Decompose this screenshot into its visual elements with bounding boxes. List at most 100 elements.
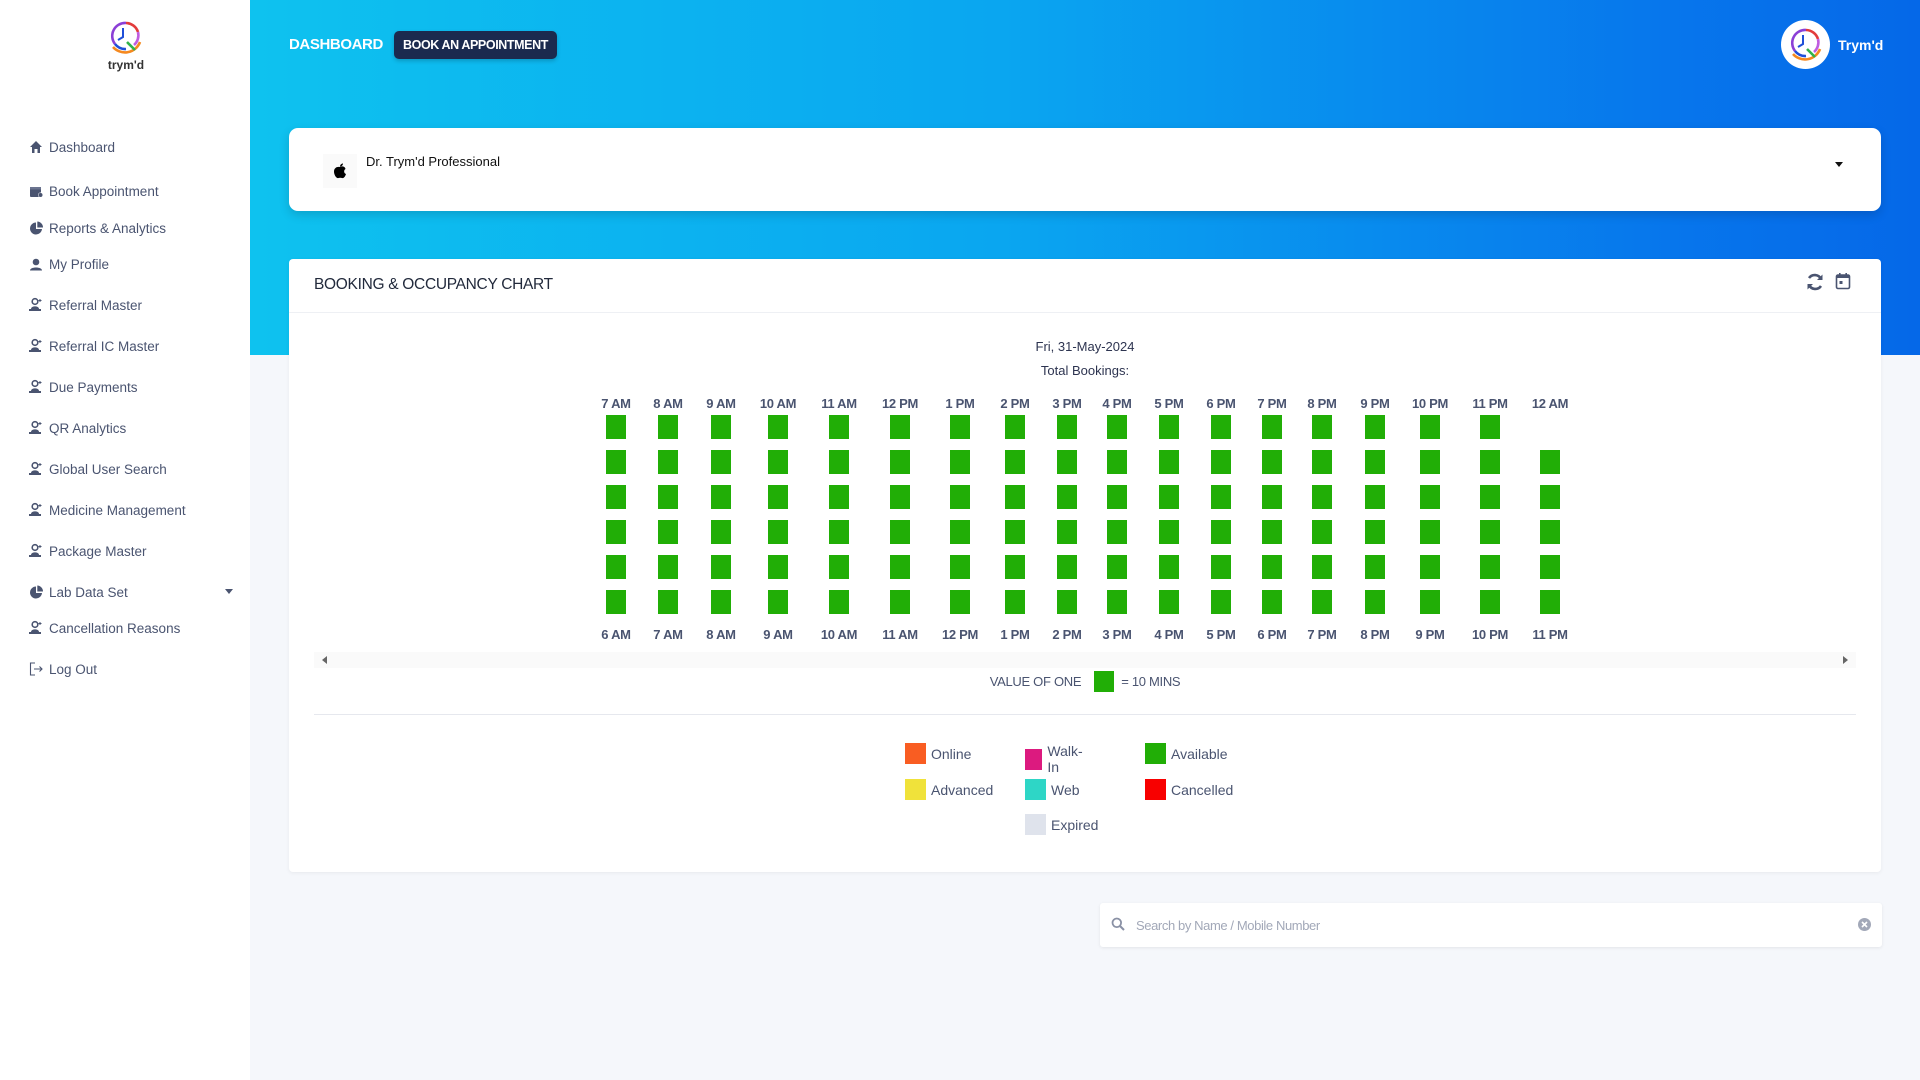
- time-slot[interactable]: [1262, 555, 1282, 579]
- time-slot[interactable]: [1365, 450, 1385, 474]
- time-slot[interactable]: [711, 485, 731, 509]
- time-slot[interactable]: [711, 555, 731, 579]
- sidebar-item-package-master[interactable]: Package Master: [28, 540, 233, 562]
- chevron-down-icon[interactable]: [225, 589, 233, 594]
- time-slot[interactable]: [1159, 520, 1179, 544]
- time-slot[interactable]: [890, 555, 910, 579]
- time-slot[interactable]: [890, 450, 910, 474]
- time-slot[interactable]: [1005, 555, 1025, 579]
- time-slot[interactable]: [890, 485, 910, 509]
- time-slot[interactable]: [1057, 520, 1077, 544]
- time-slot[interactable]: [1005, 450, 1025, 474]
- time-slot[interactable]: [1159, 485, 1179, 509]
- time-slot[interactable]: [1365, 520, 1385, 544]
- time-slot[interactable]: [768, 415, 788, 439]
- time-slot[interactable]: [1005, 415, 1025, 439]
- time-slot[interactable]: [606, 555, 626, 579]
- time-slot[interactable]: [890, 415, 910, 439]
- time-slot[interactable]: [1211, 520, 1231, 544]
- time-slot[interactable]: [950, 415, 970, 439]
- scroll-left-icon[interactable]: [322, 656, 327, 664]
- sidebar-item-cancellation-reasons[interactable]: Cancellation Reasons: [28, 617, 233, 639]
- time-slot[interactable]: [606, 415, 626, 439]
- time-slot[interactable]: [1211, 485, 1231, 509]
- time-slot[interactable]: [1057, 415, 1077, 439]
- time-slot[interactable]: [1107, 520, 1127, 544]
- time-slot[interactable]: [1159, 415, 1179, 439]
- time-slot[interactable]: [1107, 485, 1127, 509]
- time-slot[interactable]: [1211, 415, 1231, 439]
- time-slot[interactable]: [1365, 590, 1385, 614]
- sidebar-item-referral-ic-master[interactable]: Referral IC Master: [28, 335, 233, 357]
- time-slot[interactable]: [658, 450, 678, 474]
- time-slot[interactable]: [1540, 590, 1560, 614]
- time-slot[interactable]: [829, 415, 849, 439]
- sidebar-item-reports-analytics[interactable]: Reports & Analytics: [28, 217, 233, 239]
- time-slot[interactable]: [1211, 450, 1231, 474]
- scroll-right-icon[interactable]: [1843, 656, 1848, 664]
- sidebar-item-due-payments[interactable]: Due Payments: [28, 376, 233, 398]
- time-slot[interactable]: [1057, 450, 1077, 474]
- time-slot[interactable]: [1005, 590, 1025, 614]
- time-slot[interactable]: [1107, 450, 1127, 474]
- time-slot[interactable]: [1312, 555, 1332, 579]
- time-slot[interactable]: [658, 555, 678, 579]
- time-slot[interactable]: [1262, 590, 1282, 614]
- chevron-down-icon[interactable]: [1835, 162, 1843, 167]
- time-slot[interactable]: [606, 590, 626, 614]
- brand-logo[interactable]: trym'd: [100, 20, 152, 72]
- time-slot[interactable]: [606, 450, 626, 474]
- time-slot[interactable]: [1057, 590, 1077, 614]
- time-slot[interactable]: [1540, 450, 1560, 474]
- time-slot[interactable]: [1159, 590, 1179, 614]
- sidebar-item-medicine-management[interactable]: Medicine Management: [28, 499, 233, 521]
- user-menu[interactable]: Trym'd: [1781, 20, 1883, 69]
- time-slot[interactable]: [1057, 555, 1077, 579]
- time-slot[interactable]: [711, 590, 731, 614]
- time-slot[interactable]: [658, 415, 678, 439]
- time-slot[interactable]: [711, 415, 731, 439]
- sidebar-item-qr-analytics[interactable]: QR Analytics: [28, 417, 233, 439]
- sidebar-item-log-out[interactable]: Log Out: [28, 658, 233, 680]
- time-slot[interactable]: [768, 590, 788, 614]
- time-slot[interactable]: [768, 555, 788, 579]
- time-slot[interactable]: [606, 485, 626, 509]
- time-slot[interactable]: [950, 555, 970, 579]
- time-slot[interactable]: [890, 590, 910, 614]
- time-slot[interactable]: [1420, 485, 1440, 509]
- time-slot[interactable]: [606, 520, 626, 544]
- time-slot[interactable]: [1365, 415, 1385, 439]
- time-slot[interactable]: [890, 520, 910, 544]
- time-slot[interactable]: [829, 590, 849, 614]
- time-slot[interactable]: [1480, 520, 1500, 544]
- time-slot[interactable]: [1420, 450, 1440, 474]
- time-slot[interactable]: [658, 485, 678, 509]
- time-slot[interactable]: [1480, 450, 1500, 474]
- time-slot[interactable]: [1312, 485, 1332, 509]
- time-slot[interactable]: [1480, 590, 1500, 614]
- sidebar-item-book-appointment[interactable]: Book Appointment: [28, 180, 233, 202]
- time-slot[interactable]: [950, 520, 970, 544]
- time-slot[interactable]: [1107, 555, 1127, 579]
- time-slot[interactable]: [1211, 590, 1231, 614]
- time-slot[interactable]: [1420, 415, 1440, 439]
- time-slot[interactable]: [829, 485, 849, 509]
- breadcrumb[interactable]: DASHBOARD: [289, 36, 383, 53]
- time-slot[interactable]: [1480, 555, 1500, 579]
- time-slot[interactable]: [1262, 450, 1282, 474]
- time-slot[interactable]: [768, 485, 788, 509]
- sidebar-item-global-user-search[interactable]: Global User Search: [28, 458, 233, 480]
- time-slot[interactable]: [658, 590, 678, 614]
- time-slot[interactable]: [829, 555, 849, 579]
- time-slot[interactable]: [1365, 485, 1385, 509]
- time-slot[interactable]: [768, 450, 788, 474]
- time-slot[interactable]: [1420, 520, 1440, 544]
- time-slot[interactable]: [1540, 520, 1560, 544]
- horizontal-scrollbar[interactable]: [314, 652, 1856, 668]
- time-slot[interactable]: [1540, 485, 1560, 509]
- sidebar-item-lab-data-set[interactable]: Lab Data Set: [28, 581, 233, 603]
- book-appointment-button[interactable]: BOOK AN APPOINTMENT: [394, 31, 557, 59]
- time-slot[interactable]: [1005, 485, 1025, 509]
- time-slot[interactable]: [1262, 415, 1282, 439]
- time-slot[interactable]: [1211, 555, 1231, 579]
